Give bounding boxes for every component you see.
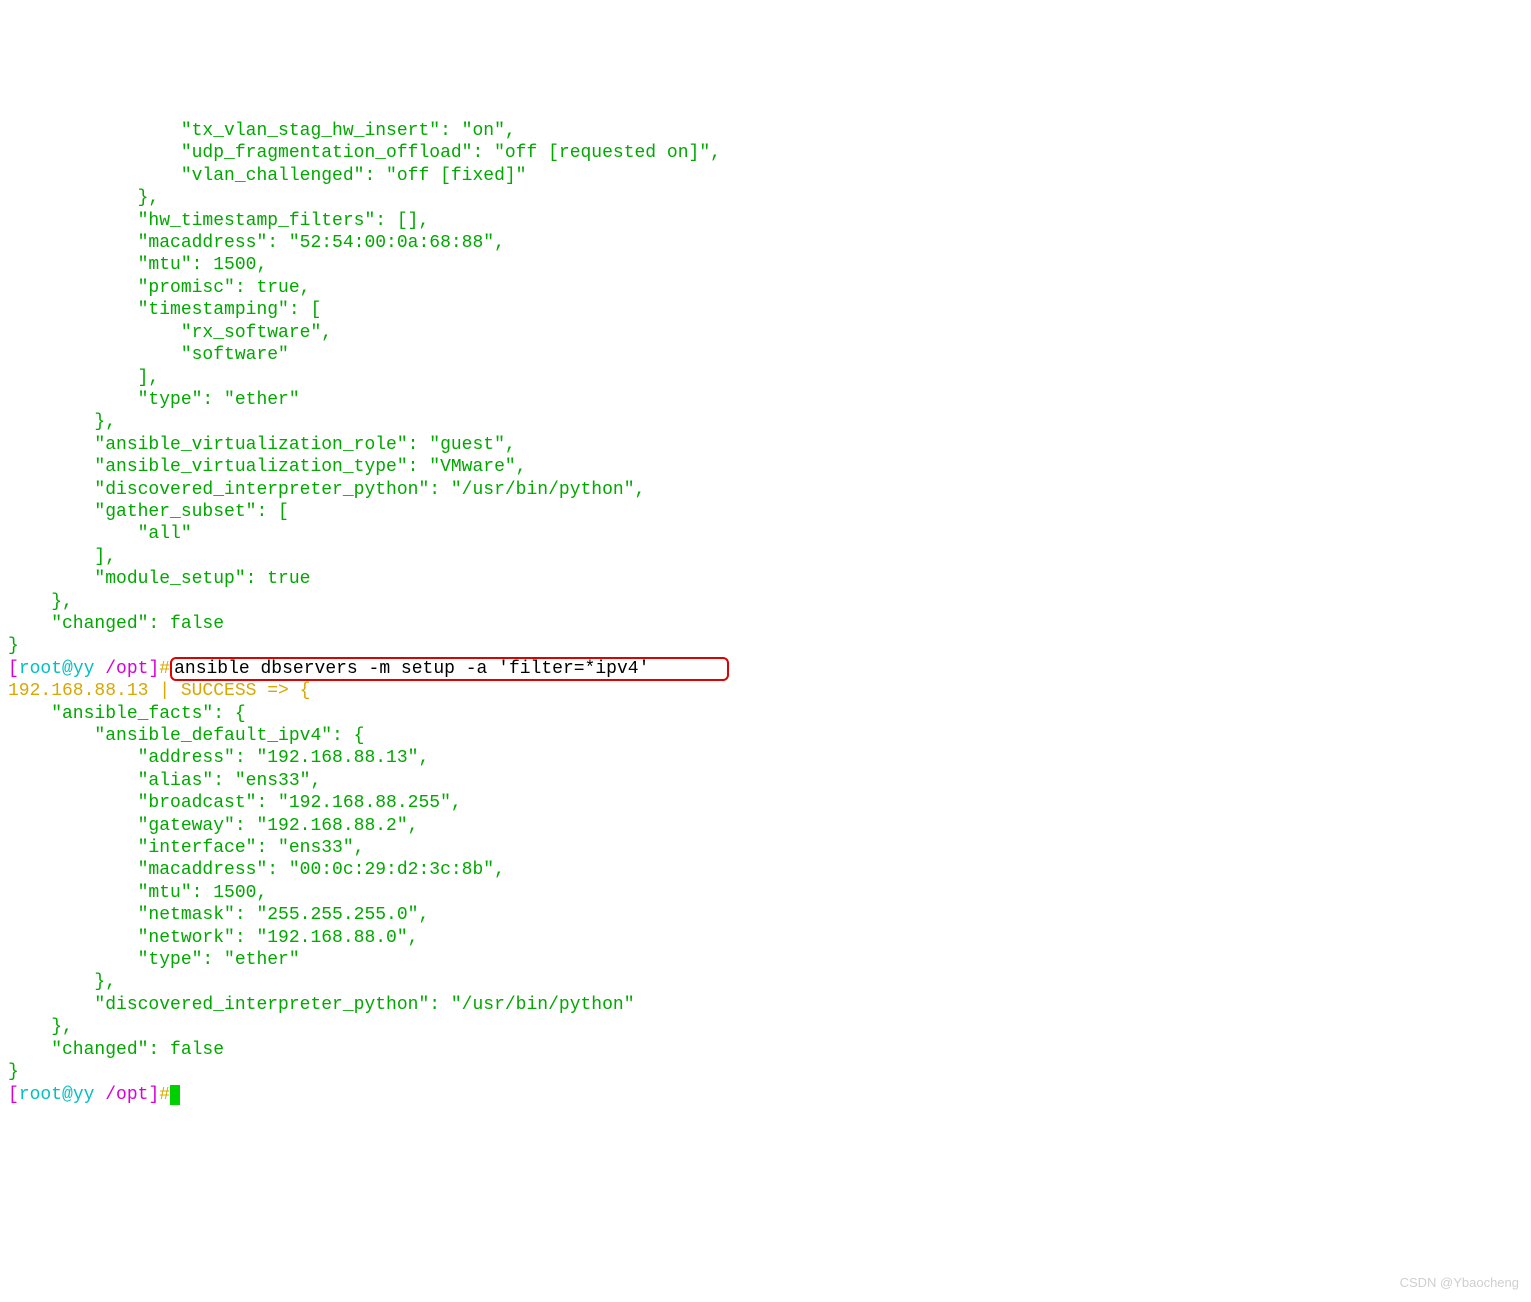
json-output-line: "broadcast": "192.168.88.255",: [8, 793, 462, 813]
prompt-hash: #: [159, 659, 170, 679]
json-output-line: "gateway": "192.168.88.2",: [8, 816, 418, 836]
json-output-line: "changed": false: [8, 1040, 224, 1060]
shell-prompt[interactable]: [root@yy /opt]#ansible dbservers -m setu…: [8, 657, 729, 681]
json-output-line: "type": "ether": [8, 950, 300, 970]
prompt-host: yy: [73, 659, 105, 679]
highlighted-command: ansible dbservers -m setup -a 'filter=*i…: [170, 657, 729, 681]
watermark-text: CSDN @Ybaocheng: [1400, 1272, 1519, 1294]
json-output-line: "ansible_default_ipv4": {: [8, 726, 364, 746]
terminal-window[interactable]: "tx_vlan_stag_hw_insert": "on", "udp_fra…: [0, 90, 1531, 1114]
prompt-at: @: [62, 659, 73, 679]
prompt-bracket-close: ]: [148, 1085, 159, 1105]
prompt-host: yy: [73, 1085, 105, 1105]
json-output-line: ],: [8, 368, 159, 388]
json-output-line: "vlan_challenged": "off [fixed]": [8, 166, 526, 186]
prompt-user: root: [19, 1085, 62, 1105]
json-output-line: "tx_vlan_stag_hw_insert": "on",: [8, 121, 516, 141]
json-output-line: "promisc": true,: [8, 278, 310, 298]
json-output-line: "gather_subset": [: [8, 502, 289, 522]
json-output-line: },: [8, 592, 73, 612]
json-output-line: "ansible_facts": {: [8, 704, 246, 724]
json-output-line: },: [8, 1017, 73, 1037]
json-output-line: "address": "192.168.88.13",: [8, 748, 429, 768]
prompt-at: @: [62, 1085, 73, 1105]
prompt-hash: #: [159, 1085, 170, 1105]
json-output-line: "macaddress": "00:0c:29:d2:3c:8b",: [8, 860, 505, 880]
json-output-line: },: [8, 188, 159, 208]
json-output-line: "alias": "ens33",: [8, 771, 321, 791]
json-output-line: "mtu": 1500,: [8, 883, 267, 903]
json-output-line: ],: [8, 547, 116, 567]
json-output-line: "macaddress": "52:54:00:0a:68:88",: [8, 233, 505, 253]
prompt-bracket-close: ]: [148, 659, 159, 679]
prompt-path: /opt: [105, 1085, 148, 1105]
json-output-line: "hw_timestamp_filters": [],: [8, 211, 429, 231]
command-text: ansible dbservers -m setup -a 'filter=*i…: [174, 659, 649, 679]
json-output-line: }: [8, 636, 19, 656]
json-output-line: "udp_fragmentation_offload": "off [reque…: [8, 143, 721, 163]
json-output-line: "netmask": "255.255.255.0",: [8, 905, 429, 925]
json-output-line: },: [8, 412, 116, 432]
prompt-bracket-open: [: [8, 1085, 19, 1105]
json-output-line: "changed": false: [8, 614, 224, 634]
prompt-user: root: [19, 659, 62, 679]
json-output-line: "module_setup": true: [8, 569, 310, 589]
json-output-line: "ansible_virtualization_type": "VMware",: [8, 457, 526, 477]
json-output-line: },: [8, 972, 116, 992]
json-output-line: "type": "ether": [8, 390, 300, 410]
shell-prompt[interactable]: [root@yy /opt]#: [8, 1085, 180, 1105]
json-output-line: "software": [8, 345, 289, 365]
json-output-line: "all": [8, 524, 192, 544]
json-output-line: "discovered_interpreter_python": "/usr/b…: [8, 995, 635, 1015]
prompt-bracket-open: [: [8, 659, 19, 679]
cursor-icon: [170, 1085, 180, 1105]
json-output-line: "ansible_virtualization_role": "guest",: [8, 435, 516, 455]
json-output-line: }: [8, 1062, 19, 1082]
json-output-line: "mtu": 1500,: [8, 255, 267, 275]
json-output-line: "interface": "ens33",: [8, 838, 364, 858]
json-output-line: "rx_software",: [8, 323, 332, 343]
prompt-path: /opt: [105, 659, 148, 679]
json-output-line: "network": "192.168.88.0",: [8, 928, 418, 948]
json-output-line: "timestamping": [: [8, 300, 321, 320]
success-status-line: 192.168.88.13 | SUCCESS => {: [8, 681, 310, 701]
json-output-line: "discovered_interpreter_python": "/usr/b…: [8, 480, 645, 500]
